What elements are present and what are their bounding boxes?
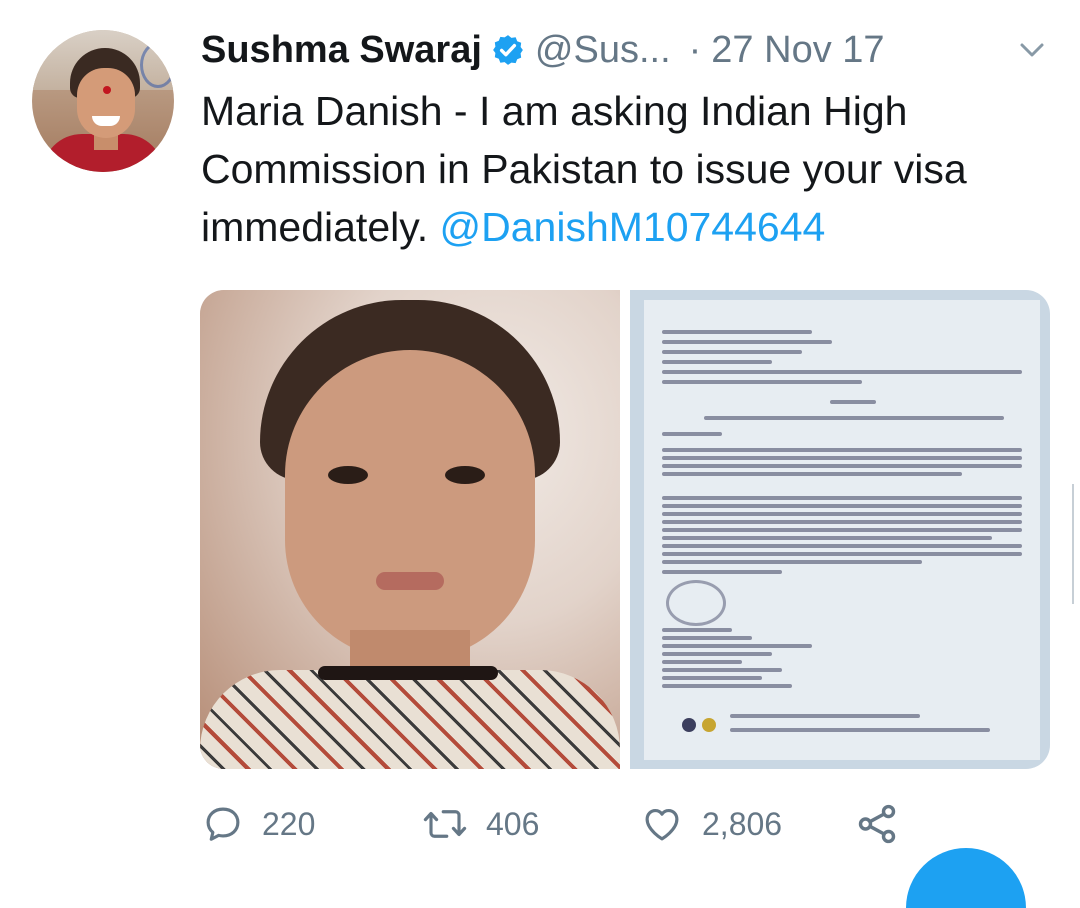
doc-line xyxy=(662,668,782,672)
media-photo-letter[interactable] xyxy=(630,290,1050,769)
doc-line xyxy=(662,360,772,364)
doc-signature-stamp xyxy=(666,580,726,626)
doc-line xyxy=(662,432,722,436)
retweet-icon xyxy=(423,810,467,838)
doc-logo xyxy=(702,718,716,732)
doc-line xyxy=(662,350,802,354)
doc-line xyxy=(662,472,962,476)
doc-line xyxy=(662,504,1022,508)
reply-button[interactable]: 220 xyxy=(202,797,315,851)
avatar-face xyxy=(77,68,135,138)
doc-line xyxy=(662,636,752,640)
photo-choker xyxy=(318,666,498,680)
doc-line xyxy=(662,520,1022,524)
doc-line xyxy=(730,714,920,718)
doc-line xyxy=(662,544,1022,548)
like-button[interactable]: 2,806 xyxy=(640,797,782,851)
author-name[interactable]: Sushma Swaraj xyxy=(201,29,482,72)
doc-line xyxy=(662,370,1022,374)
doc-line xyxy=(662,628,732,632)
media-photo-girl[interactable] xyxy=(200,290,620,769)
doc-line xyxy=(662,340,832,344)
avatar-bindi xyxy=(103,86,111,94)
doc-logo xyxy=(682,718,696,732)
doc-line xyxy=(662,464,1022,468)
doc-line xyxy=(662,644,812,648)
like-icon xyxy=(645,808,679,841)
doc-line xyxy=(730,728,990,732)
doc-line xyxy=(704,416,1004,420)
tweet-media xyxy=(200,290,1050,769)
doc-line xyxy=(662,512,1022,516)
scrollbar[interactable] xyxy=(1072,484,1074,604)
mention-link[interactable]: @DanishM10744644 xyxy=(440,204,826,250)
doc-line xyxy=(662,330,812,334)
doc-line xyxy=(662,570,782,574)
photo-right-eye xyxy=(445,466,485,484)
doc-line xyxy=(662,684,792,688)
reply-count: 220 xyxy=(262,805,316,842)
doc-line xyxy=(662,652,772,656)
tweet-actions: 220 406 2,806 xyxy=(202,797,922,851)
doc-line xyxy=(662,552,1022,556)
tweet-text: Maria Danish - I am asking Indian High C… xyxy=(201,82,1041,256)
like-count: 2,806 xyxy=(702,805,783,842)
doc-line xyxy=(830,400,876,404)
photo-shirt xyxy=(200,670,620,769)
doc-line xyxy=(662,660,742,664)
doc-line xyxy=(662,676,762,680)
photo-face xyxy=(285,350,535,660)
compose-fab-button[interactable] xyxy=(906,848,1026,908)
separator-dot: · xyxy=(688,28,702,71)
photo-mouth xyxy=(376,572,444,590)
author-handle[interactable]: @Sus... xyxy=(535,29,671,72)
doc-line xyxy=(662,448,1022,452)
photo-left-eye xyxy=(328,466,368,484)
tweet-date[interactable]: 27 Nov 17 xyxy=(711,29,884,72)
letter-document xyxy=(644,300,1040,760)
doc-line xyxy=(662,456,1022,460)
share-button[interactable] xyxy=(854,797,900,851)
chevron-down-icon[interactable] xyxy=(1014,38,1050,62)
retweet-count: 406 xyxy=(486,805,540,842)
reply-icon xyxy=(206,807,240,841)
share-icon xyxy=(858,804,896,844)
avatar[interactable] xyxy=(32,30,174,172)
avatar-emblem xyxy=(140,42,174,88)
verified-badge-icon xyxy=(493,35,523,65)
doc-line xyxy=(662,560,922,564)
doc-line xyxy=(662,528,1022,532)
retweet-button[interactable]: 406 xyxy=(422,797,539,851)
doc-line xyxy=(662,380,862,384)
doc-line xyxy=(662,536,992,540)
doc-line xyxy=(662,496,1022,500)
tweet-header: Sushma Swaraj @Sus... · 27 Nov 17 xyxy=(201,22,885,78)
